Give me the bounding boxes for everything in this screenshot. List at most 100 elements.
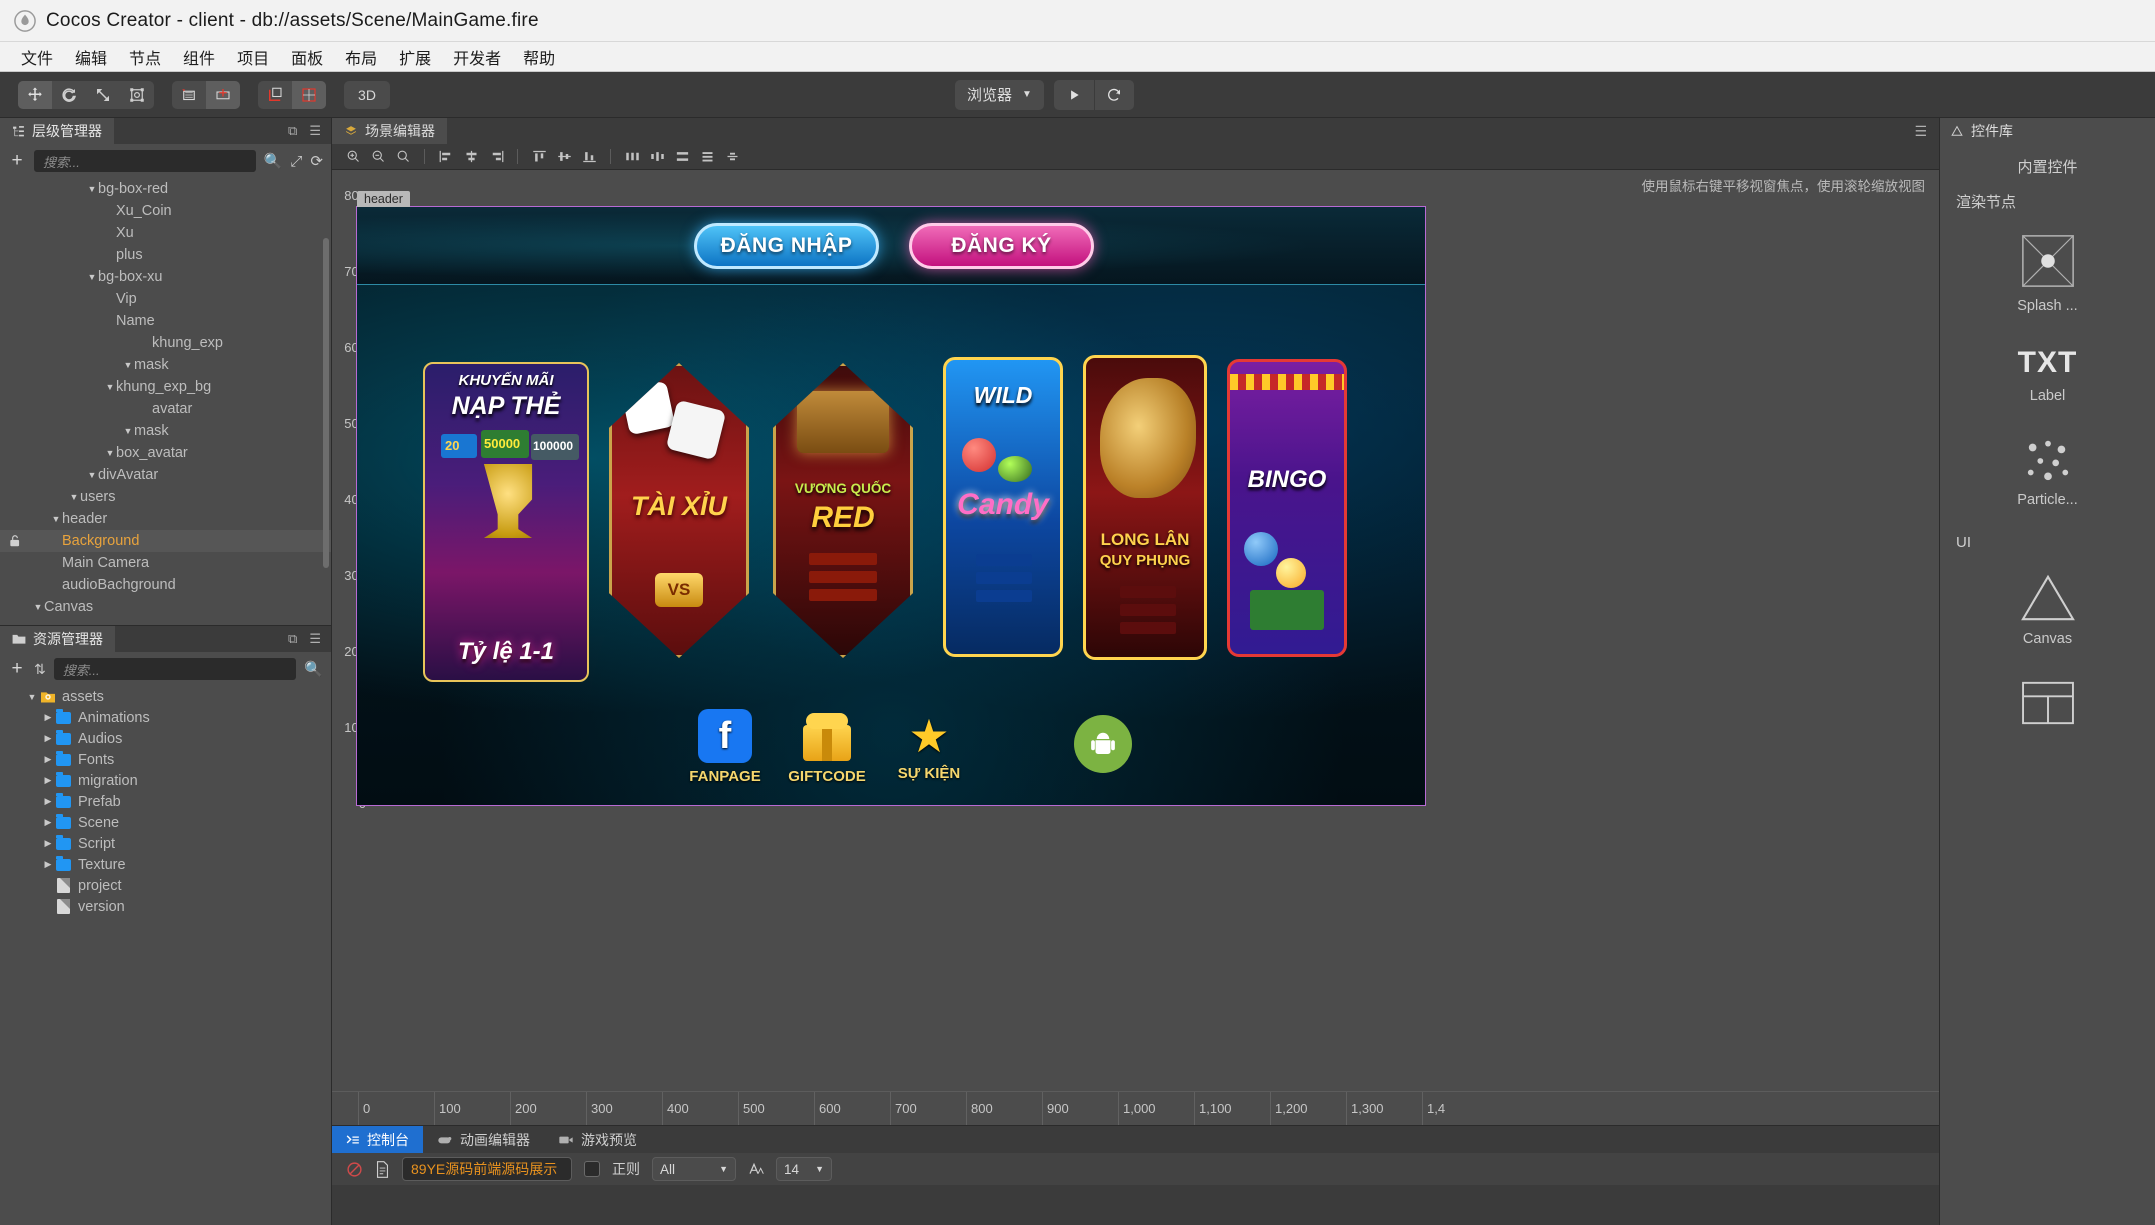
move-tool-button[interactable] [18, 80, 52, 109]
chevron-down-icon[interactable]: ▼ [86, 470, 98, 480]
asset-node-project[interactable]: project [0, 875, 331, 896]
asset-node-audios[interactable]: ▶ Audios [0, 728, 331, 749]
sort-icon[interactable]: ⇅ [34, 661, 46, 678]
console-log-area[interactable] [332, 1185, 1939, 1225]
chevron-down-icon[interactable]: ▼ [122, 426, 134, 436]
refresh-button[interactable] [1093, 79, 1134, 110]
asset-node-assets[interactable]: ▼ assets [0, 686, 331, 707]
asset-node-fonts[interactable]: ▶ Fonts [0, 749, 331, 770]
chevron-down-icon[interactable]: ▼ [104, 448, 116, 458]
hierarchy-node-canvas[interactable]: ▼ Canvas [0, 596, 331, 618]
giftcode-button[interactable]: GIFTCODE [781, 709, 873, 785]
widget-label[interactable]: TXT Label [1940, 330, 2155, 420]
asset-node-migration[interactable]: ▶ migration [0, 770, 331, 791]
longlan-card[interactable]: LONG LÂN QUY PHỤNG [1083, 355, 1207, 660]
asset-node-animations[interactable]: ▶ Animations [0, 707, 331, 728]
chevron-right-icon[interactable]: ▶ [42, 859, 54, 870]
hierarchy-node-divavatar[interactable]: ▼ divAvatar [0, 464, 331, 486]
chevron-right-icon[interactable]: ▶ [42, 733, 54, 744]
hamburger-icon[interactable]: ☰ [309, 123, 321, 139]
chevron-down-icon[interactable]: ▼ [50, 514, 62, 524]
widget-layout[interactable] [1940, 663, 2155, 751]
add-asset-button[interactable]: + [8, 658, 26, 680]
candy-card[interactable]: WILD Candy [943, 357, 1063, 657]
global-coord-tool-button[interactable] [292, 80, 326, 109]
hierarchy-node-mask[interactable]: ▼ mask [0, 420, 331, 442]
align-left-icon[interactable] [435, 147, 457, 167]
zoom-fit-icon[interactable] [392, 147, 414, 167]
assets-search-input[interactable]: 搜索... [53, 658, 297, 680]
rect-transform-tool-button[interactable] [120, 81, 154, 109]
scale-tool-button[interactable] [86, 81, 120, 109]
file-icon[interactable] [375, 1160, 390, 1178]
hierarchy-node-xu[interactable]: Xu [0, 222, 331, 244]
menu-item-layout[interactable]: 布局 [334, 43, 388, 71]
add-node-button[interactable]: + [8, 150, 26, 172]
hamburger-icon[interactable]: ☰ [309, 631, 321, 647]
chevron-right-icon[interactable]: ▶ [42, 712, 54, 723]
hierarchy-node-background[interactable]: Background [0, 530, 331, 552]
hamburger-icon[interactable]: ☰ [1914, 123, 1927, 140]
tab-widgets[interactable]: 控件库 [1940, 118, 2155, 144]
asset-node-version[interactable]: version [0, 896, 331, 917]
menu-item-project[interactable]: 项目 [226, 43, 280, 71]
widget-canvas[interactable]: Canvas [1940, 555, 2155, 663]
hierarchy-node-vip[interactable]: Vip [0, 288, 331, 310]
align-right-icon[interactable] [485, 147, 507, 167]
canvas-frame[interactable]: header ĐĂNG NHẬP ĐĂNG KÝ KHUYẾN MÃI NẠP … [356, 191, 1426, 806]
distribute-top-icon[interactable] [696, 147, 718, 167]
chevron-right-icon[interactable]: ▶ [42, 796, 54, 807]
anchor-tool-button[interactable] [206, 80, 240, 109]
hierarchy-search-input[interactable]: 搜索... [34, 150, 256, 172]
chevron-right-icon[interactable]: ▶ [42, 754, 54, 765]
align-center-h-icon[interactable] [460, 147, 482, 167]
hierarchy-node-khung-exp-bg[interactable]: ▼ khung_exp_bg [0, 376, 331, 398]
asset-node-script[interactable]: ▶ Script [0, 833, 331, 854]
register-button[interactable]: ĐĂNG KÝ [909, 223, 1094, 269]
menu-item-edit[interactable]: 编辑 [64, 43, 118, 71]
tab-game-preview[interactable]: 游戏预览 [544, 1126, 651, 1153]
chevron-down-icon[interactable]: ▼ [104, 382, 116, 392]
distribute-middle-icon[interactable] [721, 147, 743, 167]
zoom-in-icon[interactable] [342, 147, 364, 167]
asset-node-prefab[interactable]: ▶ Prefab [0, 791, 331, 812]
chevron-down-icon[interactable]: ▼ [26, 692, 38, 702]
chevron-down-icon[interactable]: ▼ [86, 184, 98, 194]
asset-node-scene[interactable]: ▶ Scene [0, 812, 331, 833]
tab-assets[interactable]: 资源管理器 [0, 626, 116, 652]
sync-icon[interactable]: ⟳ [310, 152, 323, 170]
vuongquocred-card[interactable]: VƯƠNG QUỐC RED [773, 363, 913, 658]
hierarchy-scrollbar[interactable] [323, 238, 329, 568]
chevron-right-icon[interactable]: ▶ [42, 838, 54, 849]
pivot-tool-button[interactable] [172, 81, 206, 109]
font-size-icon[interactable] [748, 1161, 764, 1177]
hierarchy-node-avatar[interactable]: avatar [0, 398, 331, 420]
menu-item-node[interactable]: 节点 [118, 43, 172, 71]
hierarchy-node-bg-box-xu[interactable]: ▼ bg-box-xu [0, 266, 331, 288]
log-level-select[interactable]: All ▼ [652, 1157, 736, 1181]
clear-icon[interactable] [346, 1161, 363, 1178]
local-coord-tool-button[interactable] [258, 81, 292, 109]
font-size-select[interactable]: 14 ▼ [776, 1157, 832, 1181]
asset-node-texture[interactable]: ▶ Texture [0, 854, 331, 875]
preview-target-select[interactable]: 浏览器 ▼ [955, 79, 1044, 110]
menu-item-panel[interactable]: 面板 [280, 43, 334, 71]
chevron-down-icon[interactable]: ▼ [32, 602, 44, 612]
hierarchy-node-plus[interactable]: plus [0, 244, 331, 266]
tab-console[interactable]: 控制台 [332, 1126, 423, 1153]
align-middle-icon[interactable] [553, 147, 575, 167]
hierarchy-node-header[interactable]: ▼ header [0, 508, 331, 530]
popout-icon[interactable]: ⧉ [288, 123, 297, 139]
search-icon[interactable]: 🔍 [264, 152, 283, 170]
hierarchy-node-main-camera[interactable]: Main Camera [0, 552, 331, 574]
tab-scene-editor[interactable]: 场景编辑器 [332, 118, 447, 144]
hierarchy-node-mask[interactable]: ▼ mask [0, 354, 331, 376]
login-button[interactable]: ĐĂNG NHẬP [694, 223, 879, 269]
distribute-left-icon[interactable] [621, 147, 643, 167]
menu-item-developer[interactable]: 开发者 [442, 43, 512, 71]
widget-splash[interactable]: Splash ... [1940, 216, 2155, 330]
play-button[interactable] [1054, 80, 1094, 110]
hierarchy-node-xu-coin[interactable]: Xu_Coin [0, 200, 331, 222]
widget-particle[interactable]: Particle... [1940, 420, 2155, 524]
tab-hierarchy[interactable]: 层级管理器 [0, 118, 115, 144]
